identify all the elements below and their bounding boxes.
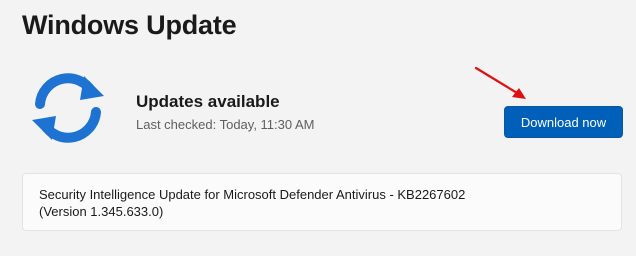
sync-icon (32, 73, 104, 143)
update-list-item: Security Intelligence Update for Microso… (22, 173, 622, 231)
update-version: (Version 1.345.633.0) (39, 204, 164, 219)
page-title: Windows Update (22, 10, 237, 40)
last-checked-text: Last checked: Today, 11:30 AM (136, 117, 315, 132)
status-title: Updates available (136, 92, 280, 111)
download-now-button[interactable]: Download now (504, 106, 623, 138)
annotation-arrow-icon (474, 66, 526, 99)
update-name: Security Intelligence Update for Microso… (39, 187, 466, 202)
